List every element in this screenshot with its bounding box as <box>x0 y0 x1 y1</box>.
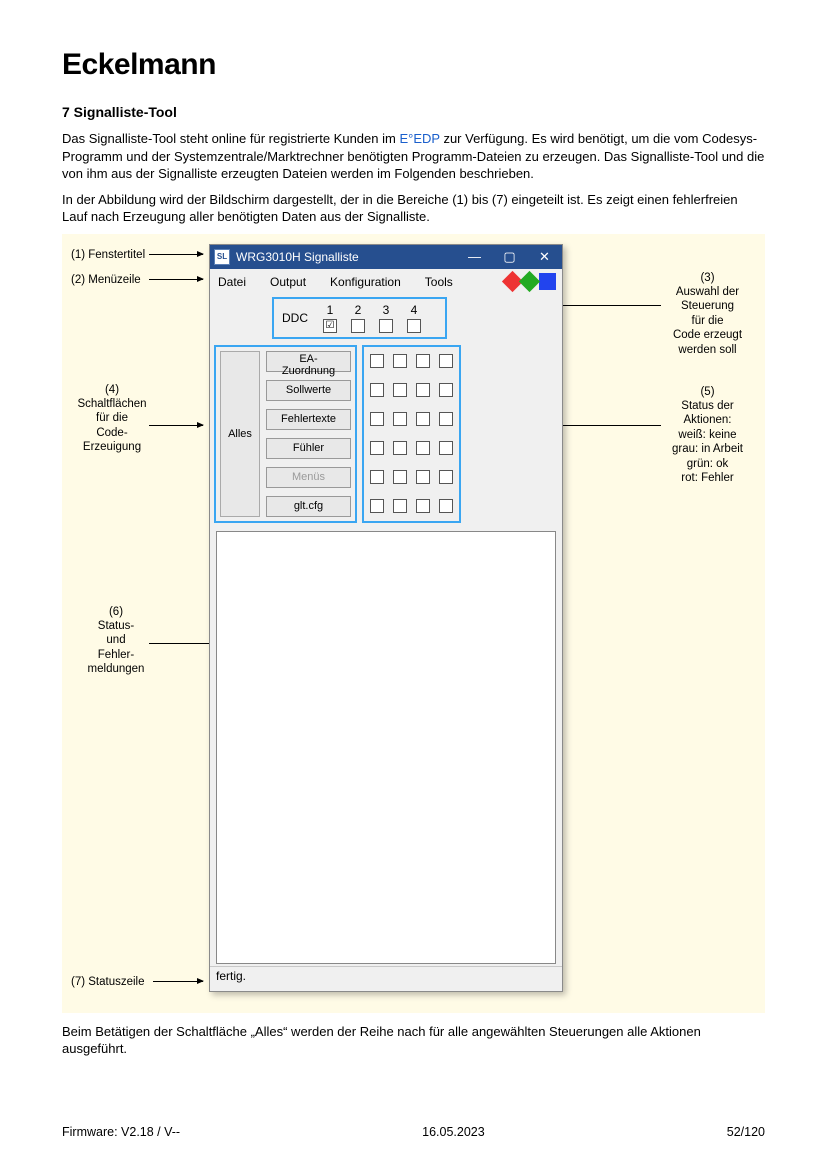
status-cell <box>439 441 453 455</box>
app-icon: SL <box>214 249 230 265</box>
menu-konfiguration[interactable]: Konfiguration <box>324 275 413 289</box>
status-cell <box>416 354 430 368</box>
annot-7: (7) Statuszeile <box>71 975 145 989</box>
paragraph-1: Das Signalliste-Tool steht online für re… <box>62 130 765 183</box>
status-cell <box>370 470 384 484</box>
status-cell <box>370 354 384 368</box>
ddc-check-3[interactable] <box>379 319 393 333</box>
annot-1: (1) Fenstertitel <box>71 248 145 262</box>
maximize-button[interactable]: ▢ <box>492 245 527 269</box>
ea-zuordnung-button[interactable]: EA-Zuordnung <box>266 351 351 372</box>
status-cell <box>393 441 407 455</box>
status-cell <box>370 499 384 513</box>
status-cell <box>439 412 453 426</box>
annot-2: (2) Menüzeile <box>71 273 141 287</box>
arrow-2 <box>149 279 203 280</box>
status-cell <box>370 441 384 455</box>
arrow-4 <box>149 425 203 426</box>
p1-text-a: Das Signalliste-Tool steht online für re… <box>62 131 399 146</box>
status-cell <box>393 412 407 426</box>
paragraph-3: Beim Betätigen der Schaltfläche „Alles“ … <box>62 1023 765 1058</box>
menubar: Datei Output Konfiguration Tools <box>210 269 562 295</box>
menu-output[interactable]: Output <box>264 275 318 289</box>
titlebar: SL WRG3010H Signalliste — ▢ ✕ <box>210 245 562 269</box>
annot-6: (6) Status- und Fehler- meldungen <box>81 605 151 677</box>
minimize-button[interactable]: — <box>457 245 492 269</box>
window-title: WRG3010H Signalliste <box>236 250 359 264</box>
ddc-col-2: 2 <box>355 303 362 319</box>
status-cell <box>416 470 430 484</box>
close-button[interactable]: ✕ <box>527 245 562 269</box>
ddc-col-3: 3 <box>383 303 390 319</box>
blue-square-icon <box>539 273 556 290</box>
shape-indicators <box>505 273 560 290</box>
green-diamond-icon <box>519 271 540 292</box>
annot-4: (4) Schaltflächen für die Code- Erzeuigu… <box>71 383 153 455</box>
status-cell <box>439 470 453 484</box>
status-grid <box>362 345 461 523</box>
status-cell <box>439 383 453 397</box>
menu-datei[interactable]: Datei <box>212 275 258 289</box>
fuehler-button[interactable]: Fühler <box>266 438 351 459</box>
status-cell <box>393 470 407 484</box>
brand-logo: Eckelmann <box>62 48 765 82</box>
footer-date: 16.05.2023 <box>422 1125 485 1139</box>
ddc-label: DDC <box>282 311 308 325</box>
arrow-7 <box>153 981 203 982</box>
sollwerte-button[interactable]: Sollwerte <box>266 380 351 401</box>
ddc-check-2[interactable] <box>351 319 365 333</box>
paragraph-2: In der Abbildung wird der Bildschirm dar… <box>62 191 765 226</box>
menues-button[interactable]: Menüs <box>266 467 351 488</box>
alles-button[interactable]: Alles <box>220 351 260 517</box>
status-cell <box>416 441 430 455</box>
figure: (1) Fenstertitel (2) Menüzeile (4) Schal… <box>62 234 765 1013</box>
arrow-1 <box>149 254 203 255</box>
fehlertexte-button[interactable]: Fehlertexte <box>266 409 351 430</box>
ddc-col-1: 1 <box>327 303 334 319</box>
section-heading: 7 Signalliste-Tool <box>62 104 765 120</box>
app-window: SL WRG3010H Signalliste — ▢ ✕ Datei Outp… <box>209 244 563 992</box>
status-cell <box>416 412 430 426</box>
annot-5: (5) Status der Aktionen: weiß: keine gra… <box>665 385 750 486</box>
status-cell <box>439 499 453 513</box>
annot-3: (3) Auswahl der Steuerung für die Code e… <box>665 271 750 357</box>
ddc-selector: DDC 1☑ 2 3 4 <box>272 297 447 339</box>
status-cell <box>370 412 384 426</box>
statusbar: fertig. <box>210 966 562 991</box>
edp-link[interactable]: E°EDP <box>399 131 439 146</box>
gltcfg-button[interactable]: glt.cfg <box>266 496 351 517</box>
ddc-col-4: 4 <box>411 303 418 319</box>
message-area <box>216 531 556 964</box>
status-cell <box>416 383 430 397</box>
ddc-check-4[interactable] <box>407 319 421 333</box>
status-cell <box>439 354 453 368</box>
status-cell <box>393 499 407 513</box>
footer-page: 52/120 <box>727 1125 765 1139</box>
page-footer: Firmware: V2.18 / V-- 16.05.2023 52/120 <box>62 1125 765 1139</box>
action-buttons-box: Alles EA-Zuordnung Sollwerte Fehlertexte… <box>214 345 357 523</box>
status-cell <box>393 383 407 397</box>
status-cell <box>393 354 407 368</box>
ddc-check-1[interactable]: ☑ <box>323 319 337 333</box>
footer-firmware: Firmware: V2.18 / V-- <box>62 1125 180 1139</box>
menu-tools[interactable]: Tools <box>419 275 465 289</box>
status-cell <box>370 383 384 397</box>
status-cell <box>416 499 430 513</box>
